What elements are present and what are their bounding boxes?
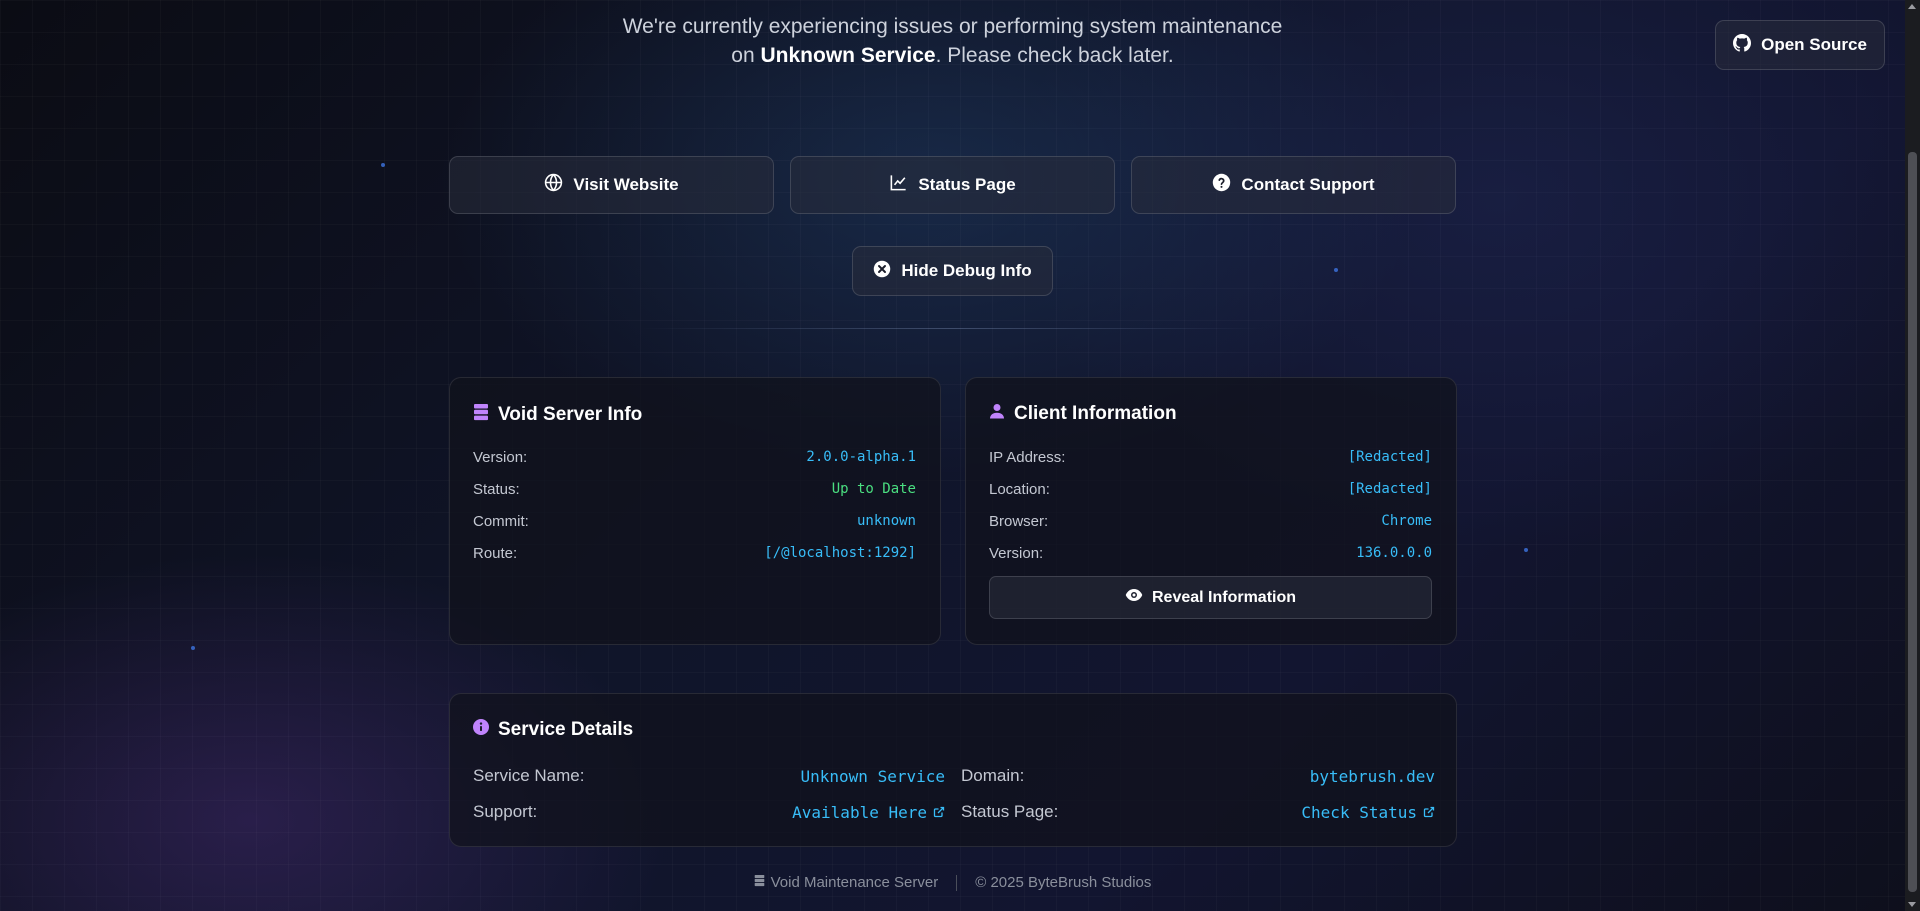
row-value: [/@localhost:1292] [764,545,916,561]
contact-support-label: Contact Support [1241,175,1375,194]
footer: Void Maintenance Server © 2025 ByteBrush… [0,874,1905,891]
footer-separator [956,874,958,891]
scroll-down-arrow-icon[interactable] [1908,902,1916,907]
status-value: Up to Date [831,481,916,497]
scroll-up-arrow-icon[interactable] [1908,4,1916,9]
scrollbar-thumb[interactable] [1908,152,1917,892]
row-label: Commit: [473,512,529,530]
client-info-title-text: Client Information [1014,403,1177,424]
server-info-row-route: Route: [/@localhost:1292] [473,543,916,563]
message-suffix: . Please check back later. [935,44,1174,67]
row-label: Browser: [989,512,1049,530]
external-link-icon [933,803,945,822]
service-name-value: Unknown Service [800,766,946,786]
eye-icon [1125,588,1143,607]
client-info-row-location: Location: [Redacted] [989,479,1432,499]
footer-server: Void Maintenance Server [754,874,939,891]
row-value: 2.0.0-alpha.1 [806,449,916,465]
service-name-row: Service Name: Unknown Service [473,765,945,787]
page-scrollbar[interactable] [1905,0,1920,911]
server-stack-icon [754,874,765,891]
support-link[interactable]: Available Here [792,803,945,822]
open-source-button[interactable]: Open Source [1715,20,1885,70]
check-status-link[interactable]: Check Status [1301,803,1435,822]
message-service-name: Unknown Service [760,44,936,67]
background-dot [1334,268,1338,272]
footer-server-name: Void Maintenance Server [770,874,939,891]
support-label: Support: [473,802,538,821]
client-info-title: Client Information [989,403,1177,425]
contact-support-button[interactable]: Contact Support [1131,156,1456,214]
row-label: Location: [989,480,1050,498]
domain-row: Domain: bytebrush.dev [961,765,1435,787]
status-page-label: Status Page [918,175,1016,194]
server-info-row-status: Status: Up to Date [473,479,916,499]
client-info-card: Client Information IP Address: [Redacted… [965,377,1457,645]
row-value: unknown [856,513,916,529]
row-label: Route: [473,544,518,562]
external-link-icon [1423,803,1435,822]
github-icon [1733,33,1752,57]
service-details-title-text: Service Details [498,719,634,740]
row-value: [Redacted] [1347,481,1432,497]
service-details-card: Service Details Service Name: Unknown Se… [449,693,1457,847]
server-info-card: Void Server Info Version: 2.0.0-alpha.1 … [449,377,941,645]
globe-icon [544,173,563,197]
visit-website-label: Visit Website [573,175,679,194]
client-info-row-version: Version: 136.0.0.0 [989,543,1432,563]
close-circle-icon [873,260,891,283]
client-info-row-browser: Browser: Chrome [989,511,1432,531]
check-status-link-text[interactable]: Check Status [1301,803,1417,822]
footer-copyright: © 2025 ByteBrush Studios [975,874,1152,891]
support-link-text[interactable]: Available Here [792,803,927,822]
status-page-button[interactable]: Status Page [790,156,1115,214]
section-divider [640,328,1265,329]
status-page-label: Status Page: [961,802,1059,821]
hide-debug-info-label: Hide Debug Info [901,261,1032,280]
server-info-row-version: Version: 2.0.0-alpha.1 [473,447,916,467]
open-source-label: Open Source [1761,35,1867,54]
row-label: Version: [989,544,1044,562]
server-info-title: Void Server Info [473,403,642,427]
domain-label: Domain: [961,766,1025,785]
row-value: 136.0.0.0 [1356,545,1432,561]
maintenance-message: We're currently experiencing issues or p… [620,12,1285,70]
background-dot [1524,548,1528,552]
line-chart-icon [889,173,908,197]
background-dot [381,163,385,167]
server-info-title-text: Void Server Info [498,404,643,425]
reveal-information-button[interactable]: Reveal Information [989,576,1432,619]
visit-website-button[interactable]: Visit Website [449,156,774,214]
reveal-information-label: Reveal Information [1151,588,1297,606]
row-label: Status: [473,480,520,498]
server-info-row-commit: Commit: unknown [473,511,916,531]
server-stack-icon [473,403,489,427]
row-label: Version: [473,448,528,466]
status-page-row: Status Page: Check Status [961,801,1435,823]
row-value: [Redacted] [1347,449,1432,465]
hide-debug-info-button[interactable]: Hide Debug Info [852,246,1053,296]
background-dot [191,646,195,650]
client-info-row-ip: IP Address: [Redacted] [989,447,1432,467]
info-icon [473,719,489,741]
row-value: Chrome [1381,513,1432,529]
row-label: IP Address: [989,448,1066,466]
service-name-label: Service Name: [473,766,585,785]
domain-value: bytebrush.dev [1309,766,1435,786]
question-circle-icon [1212,173,1231,197]
service-details-title: Service Details [473,719,633,741]
user-icon [989,403,1005,425]
support-row: Support: Available Here [473,801,945,823]
